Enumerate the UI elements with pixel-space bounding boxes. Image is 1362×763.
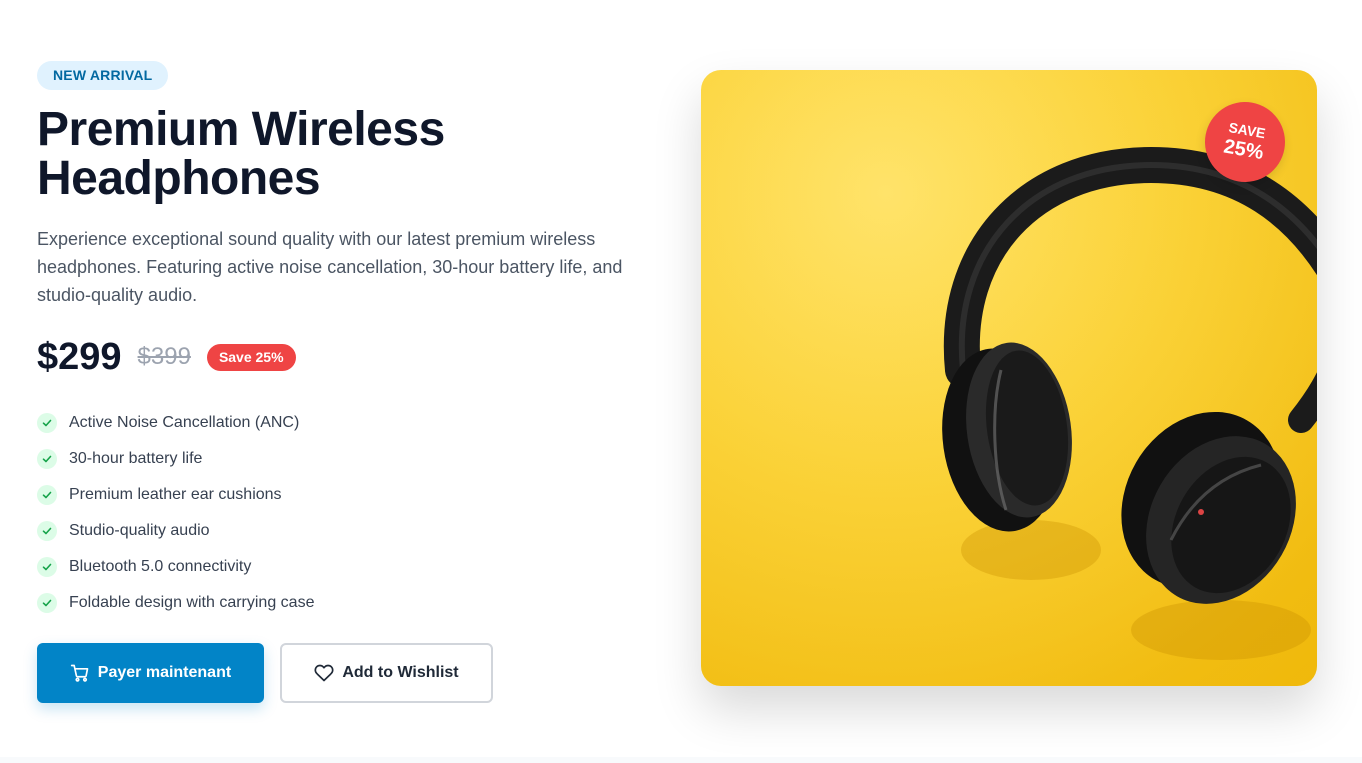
- action-buttons: Payer maintenant Add to Wishlist: [37, 643, 657, 703]
- buy-now-button[interactable]: Payer maintenant: [37, 643, 264, 703]
- price-row: $299 $399 Save 25%: [37, 335, 657, 379]
- check-icon: [37, 521, 57, 541]
- current-price: $299: [37, 335, 122, 378]
- check-icon: [37, 593, 57, 613]
- heart-icon: [314, 663, 334, 683]
- product-title: Premium Wireless Headphones: [37, 103, 445, 205]
- feature-label: Foldable design with carrying case: [69, 594, 315, 611]
- feature-item: Studio-quality audio: [37, 513, 657, 549]
- check-icon: [37, 485, 57, 505]
- cart-icon: [70, 663, 90, 683]
- feature-list: Active Noise Cancellation (ANC) 30-hour …: [37, 405, 657, 621]
- feature-label: Bluetooth 5.0 connectivity: [69, 558, 252, 575]
- check-icon: [37, 413, 57, 433]
- new-arrival-badge: NEW ARRIVAL: [37, 61, 169, 90]
- section-divider: [0, 757, 1362, 763]
- feature-label: Active Noise Cancellation (ANC): [69, 414, 300, 431]
- product-info: NEW ARRIVAL Premium Wireless Headphones …: [37, 61, 657, 703]
- save-badge: Save 25%: [206, 343, 296, 371]
- original-price: $399: [137, 343, 191, 370]
- feature-item: Foldable design with carrying case: [37, 585, 657, 621]
- product-description: Experience exceptional sound quality wit…: [37, 229, 623, 305]
- feature-item: 30-hour battery life: [37, 441, 657, 477]
- feature-label: Studio-quality audio: [69, 522, 210, 539]
- check-icon: [37, 449, 57, 469]
- feature-item: Active Noise Cancellation (ANC): [37, 405, 657, 441]
- check-icon: [37, 557, 57, 577]
- add-to-wishlist-label: Add to Wishlist: [342, 664, 459, 681]
- feature-item: Premium leather ear cushions: [37, 477, 657, 513]
- buy-now-label: Payer maintenant: [97, 664, 232, 681]
- feature-item: Bluetooth 5.0 connectivity: [37, 549, 657, 585]
- feature-label: Premium leather ear cushions: [69, 486, 282, 503]
- feature-label: 30-hour battery life: [69, 450, 203, 467]
- add-to-wishlist-button[interactable]: Add to Wishlist: [280, 643, 493, 703]
